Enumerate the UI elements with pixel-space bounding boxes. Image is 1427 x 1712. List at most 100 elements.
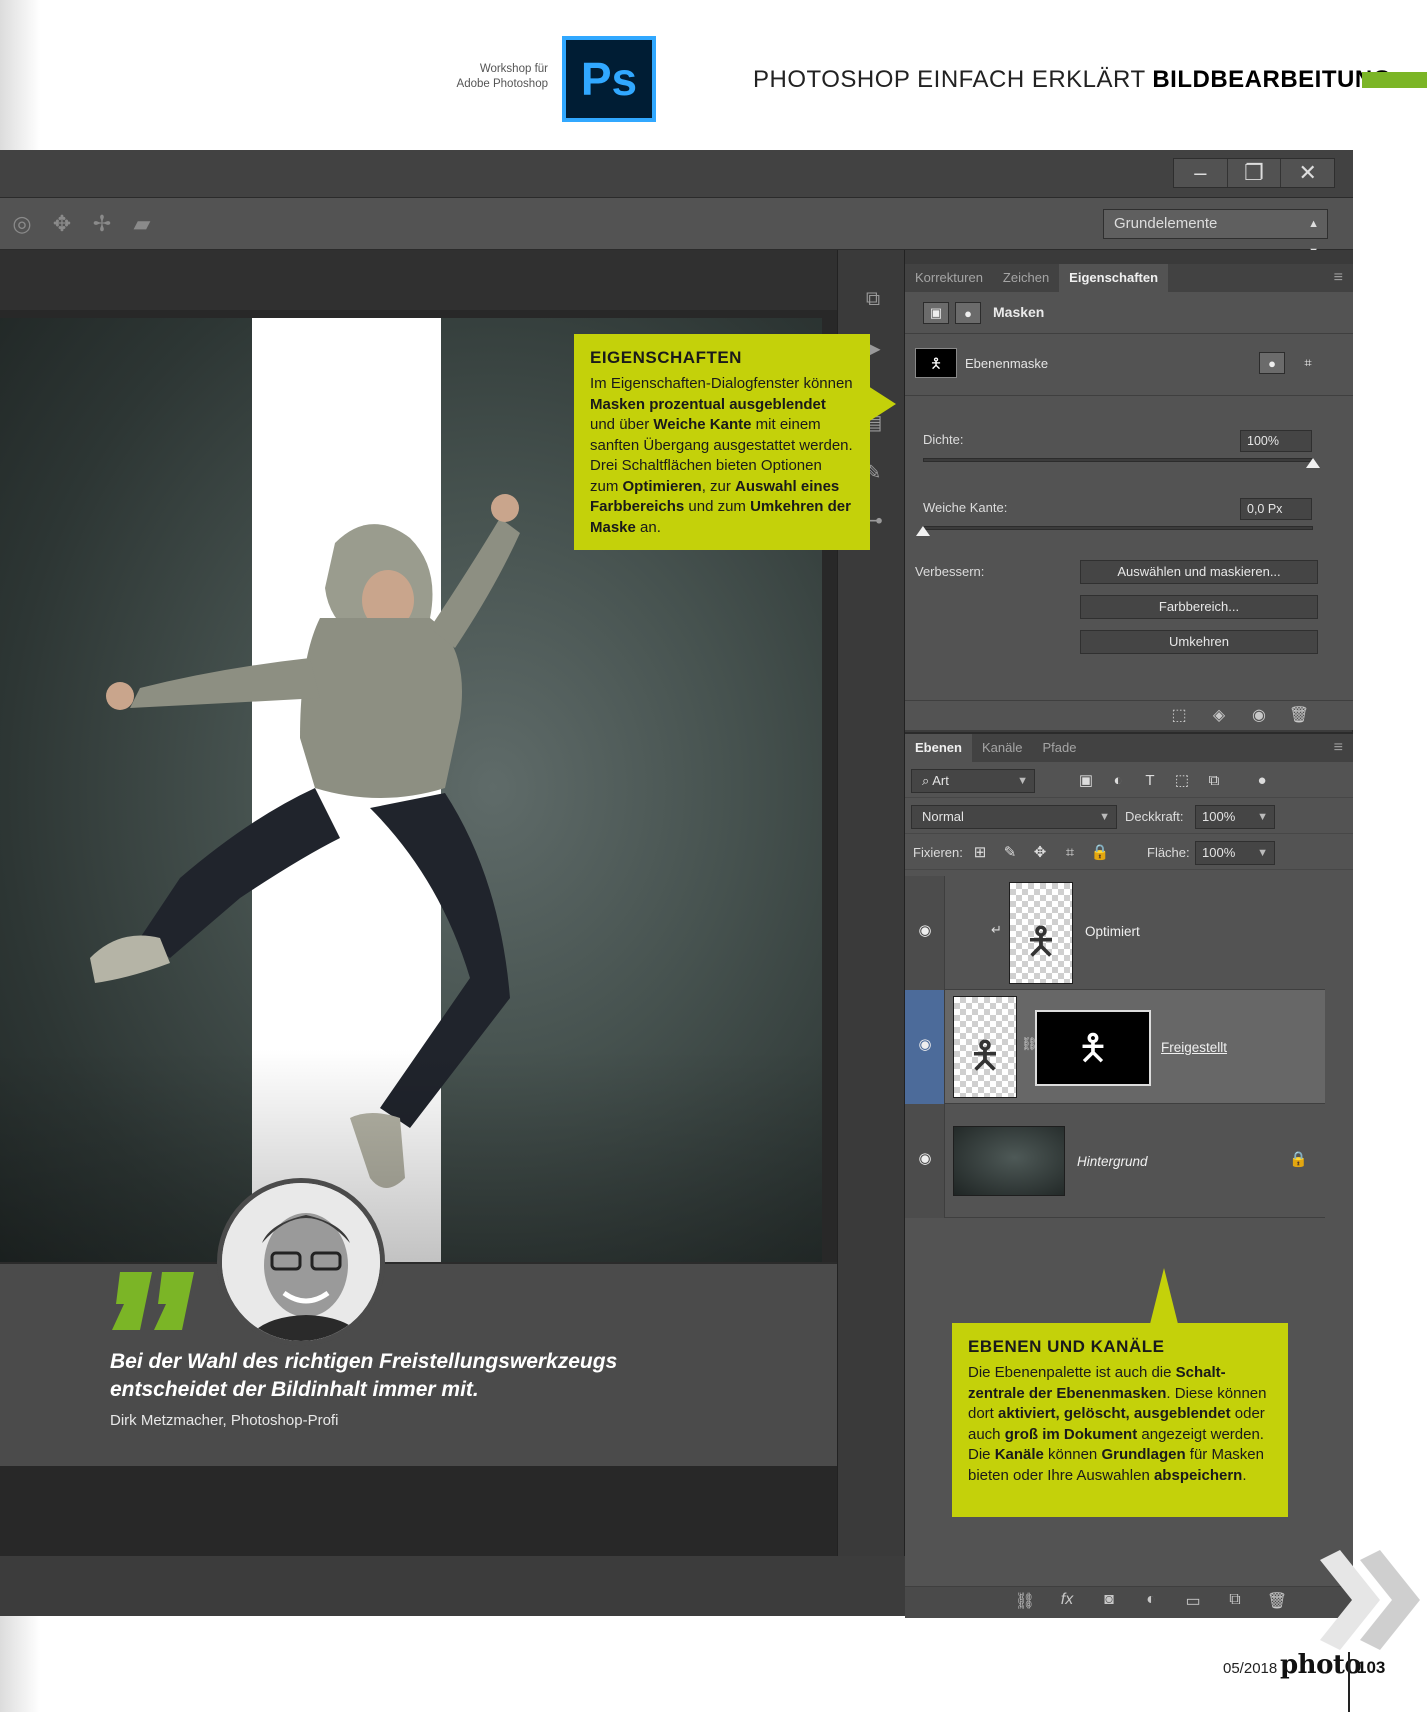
eye-icon[interactable]: ◉ [1247, 705, 1271, 727]
section-title: PHOTOSHOP EINFACH ERKLÄRT BILDBEARBEITUN… [753, 66, 1392, 94]
pixel-mask-icon[interactable]: ● [1259, 352, 1285, 374]
properties-panel: Korrekturen Zeichen Eigenschaften ≡ ▣ ● … [905, 250, 1353, 730]
feather-slider-knob[interactable] [916, 526, 930, 536]
fx-icon[interactable]: fx [1055, 1591, 1079, 1613]
color-range-button[interactable]: Farbbereich... [1080, 595, 1318, 619]
panel-collapse-row[interactable] [905, 250, 1353, 264]
lock-artboard-icon[interactable]: ⌗ [1059, 842, 1081, 864]
figure-icon: 🯅 [968, 1035, 1002, 1077]
new-group-icon[interactable]: ▭ [1181, 1591, 1205, 1613]
layer-mask-label: Ebenenmaske [965, 356, 1049, 371]
feather-input[interactable]: 0,0 Px [1240, 498, 1312, 520]
chevron-down-icon: ▼ [1257, 811, 1268, 823]
opacity-label: Deckkraft: [1125, 809, 1184, 824]
text-run: und über [590, 416, 654, 433]
text-run: Die Ebenenpalette ist auch die [968, 1364, 1176, 1381]
image-icon[interactable]: ▣ [923, 302, 949, 324]
layer-optimiert[interactable]: ◉ ↵ 🯅 Optimiert [905, 876, 1325, 990]
load-selection-icon[interactable]: ⬚ [1167, 705, 1191, 727]
title-bar: – ❐ ✕ [0, 150, 1353, 198]
shape-filter-icon[interactable]: ⬚ [1171, 770, 1193, 792]
slide-icon[interactable]: ✢ [88, 210, 116, 238]
trash-icon[interactable]: 🗑 [1287, 705, 1311, 727]
blend-mode-select[interactable]: Normal ▼ [911, 805, 1117, 829]
layer-freigestellt[interactable]: ◉ 🯅 ⛓ 🯅 Freigestellt [905, 990, 1325, 1104]
mask-icon[interactable]: ● [955, 302, 981, 324]
tab-korrekturen[interactable]: Korrekturen [905, 264, 993, 292]
type-filter-icon[interactable]: T [1139, 770, 1161, 792]
3d-tool-icons: ◎ ✥ ✢ ▰ [8, 210, 156, 238]
adjustment-filter-icon[interactable]: ◐ [1107, 770, 1129, 792]
camera-icon[interactable]: ▰ [128, 210, 156, 238]
mask-thumbnail[interactable]: 🯅 [1035, 1010, 1151, 1086]
layer-name: Freigestellt [1161, 1040, 1228, 1055]
avatar [217, 1178, 385, 1346]
select-and-mask-button[interactable]: Auswählen und maskieren... [1080, 560, 1318, 584]
density-input[interactable]: 100% [1240, 430, 1312, 452]
pixel-filter-icon[interactable]: ▣ [1075, 770, 1097, 792]
tab-eigenschaften[interactable]: Eigenschaften [1059, 264, 1169, 292]
opacity-input[interactable]: 100% ▼ [1195, 805, 1275, 829]
page-number: 103 [1357, 1658, 1386, 1677]
eye-icon[interactable]: ◉ [915, 1037, 935, 1052]
lock-pixels-icon[interactable]: ✎ [999, 842, 1021, 864]
blend-mode-value: Normal [922, 809, 964, 824]
close-button[interactable]: ✕ [1281, 159, 1334, 187]
lock-position-icon[interactable]: ✥ [1029, 842, 1051, 864]
filter-row: ⌕ Art ▼ ▣ ◐ T ⬚ ⧉ ● [905, 764, 1353, 798]
properties-footer: ⬚ ◈ ◉ 🗑 [905, 700, 1353, 730]
lock-row: Fixieren: ⊞ ✎ ✥ ⌗ 🔒 Fläche: 100% ▼ [905, 836, 1353, 870]
panel-menu-icon[interactable]: ≡ [1334, 264, 1343, 292]
lock-all-icon[interactable]: 🔒 [1089, 842, 1111, 864]
link-layers-icon[interactable]: ⛓ [1013, 1591, 1037, 1613]
text-run: , zur [701, 477, 736, 495]
smart-object-filter-icon[interactable]: ⧉ [1203, 770, 1225, 792]
delete-layer-icon[interactable]: 🗑 [1265, 1591, 1289, 1613]
eye-icon[interactable]: ◉ [915, 923, 935, 938]
adjustment-layer-icon[interactable]: ◐ [1139, 1591, 1163, 1613]
tab-pfade[interactable]: Pfade [1032, 734, 1086, 762]
tab-ebenen[interactable]: Ebenen [905, 734, 972, 762]
quote-author: Dirk Metzmacher, Photoshop-Profi [110, 1412, 339, 1429]
text-run-bold: Grundlagen [1101, 1446, 1186, 1463]
lock-label: Fixieren: [913, 845, 963, 860]
fill-input[interactable]: 100% ▼ [1195, 841, 1275, 865]
magazine-page: Workshop für Adobe Photoshop Ps PHOTOSHO… [0, 0, 1427, 1712]
text-run-bold: Weiche Kante [653, 416, 752, 433]
apply-mask-icon[interactable]: ◈ [1207, 705, 1231, 727]
add-mask-icon[interactable]: ◙ [1097, 1591, 1121, 1613]
mask-thumbnail: 🯅 [915, 348, 957, 378]
density-label: Dichte: [923, 432, 964, 447]
fill-label: Fläche: [1147, 845, 1190, 860]
workspace-select[interactable]: Grundelemente▲▼ [1103, 209, 1328, 258]
chevron-down-icon: ▼ [1017, 775, 1028, 787]
refine-label: Verbessern: [915, 564, 985, 579]
filter-toggle-icon[interactable]: ● [1251, 770, 1273, 792]
tab-zeichen[interactable]: Zeichen [993, 264, 1059, 292]
tab-kanaele[interactable]: Kanäle [972, 734, 1032, 762]
quote-text: Bei der Wahl des richtigen Freistellungs… [110, 1350, 618, 1401]
section-title-regular: PHOTOSHOP EINFACH ERKLÄRT [753, 66, 1146, 93]
history-icon[interactable]: ⧉ [860, 288, 886, 314]
density-slider-knob[interactable] [1306, 458, 1320, 468]
filter-select[interactable]: ⌕ Art ▼ [911, 769, 1035, 793]
eye-icon[interactable]: ◉ [915, 1151, 935, 1166]
invert-button[interactable]: Umkehren [1080, 630, 1318, 654]
lock-transparency-icon[interactable]: ⊞ [969, 842, 991, 864]
density-slider[interactable] [923, 458, 1313, 462]
new-layer-icon[interactable]: ⧉ [1223, 1591, 1247, 1613]
vector-mask-icon[interactable]: ⌗ [1295, 352, 1321, 374]
document-tab-bar [0, 250, 837, 310]
minimize-button[interactable]: – [1174, 159, 1228, 187]
text-run: an. [635, 518, 661, 536]
feather-slider[interactable] [923, 526, 1313, 530]
orbit-icon[interactable]: ◎ [8, 210, 36, 238]
restore-button[interactable]: ❐ [1228, 159, 1282, 187]
quote-mark-icon [112, 1272, 194, 1330]
workspace-select-value: Grundelemente [1114, 215, 1218, 232]
pan-icon[interactable]: ✥ [48, 210, 76, 238]
layer-hintergrund[interactable]: ◉ Hintergrund 🔒 [905, 1104, 1325, 1218]
layers-menu-icon[interactable]: ≡ [1334, 734, 1343, 762]
chevron-down-icon: ▼ [1257, 847, 1268, 859]
chevron-down-icon: ▼ [1099, 811, 1110, 823]
